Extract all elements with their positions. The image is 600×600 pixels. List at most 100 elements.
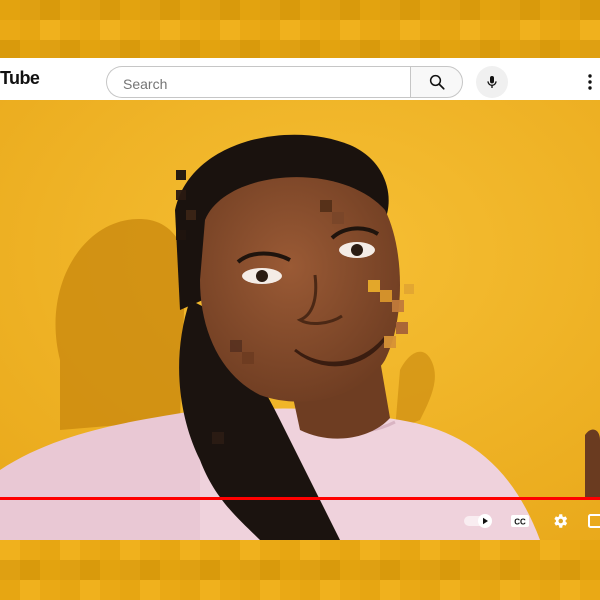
background-tile: [560, 20, 580, 40]
background-tile: [580, 20, 600, 40]
captions-button[interactable]: CC: [510, 510, 530, 532]
background-tile: [340, 560, 360, 580]
background-tile: [20, 580, 40, 600]
background-tile: [320, 580, 340, 600]
settings-button[interactable]: [550, 510, 570, 532]
logo[interactable]: Tube: [0, 68, 40, 89]
background-tile: [420, 20, 440, 40]
background-tile: [0, 540, 20, 560]
background-tile: [200, 580, 220, 600]
autoplay-toggle[interactable]: [462, 510, 494, 532]
background-tile: [580, 560, 600, 580]
search-box[interactable]: [106, 66, 410, 98]
background-tile: [160, 580, 180, 600]
background-tile: [560, 0, 580, 20]
background-tile: [140, 560, 160, 580]
background-tile: [300, 0, 320, 20]
background-tile: [20, 40, 40, 60]
background-tile: [420, 40, 440, 60]
background-tile: [160, 40, 180, 60]
background-tile: [200, 560, 220, 580]
background-tile: [200, 0, 220, 20]
background-tile: [20, 20, 40, 40]
background-tile: [320, 20, 340, 40]
background-tile: [480, 20, 500, 40]
background-tile: [520, 20, 540, 40]
background-tile: [180, 20, 200, 40]
background-tile: [520, 40, 540, 60]
background-tile: [380, 540, 400, 560]
background-tile: [60, 580, 80, 600]
background-tile: [120, 540, 140, 560]
background-tile: [260, 0, 280, 20]
background-tile: [460, 20, 480, 40]
more-options-button[interactable]: [580, 66, 600, 98]
background-tile: [480, 40, 500, 60]
background-tile: [200, 20, 220, 40]
background-tile: [120, 20, 140, 40]
background-tile: [100, 560, 120, 580]
voice-search-button[interactable]: [476, 66, 508, 98]
background-tile: [280, 40, 300, 60]
background-tile: [340, 580, 360, 600]
background-tile: [260, 580, 280, 600]
background-tile: [500, 540, 520, 560]
background-tile: [300, 40, 320, 60]
search-button[interactable]: [410, 66, 463, 98]
background-tile: [580, 540, 600, 560]
background-tile: [40, 560, 60, 580]
background-tile: [40, 540, 60, 560]
progress-bar[interactable]: [0, 497, 600, 500]
background-tile: [180, 0, 200, 20]
background-tile: [120, 40, 140, 60]
background-tile: [200, 40, 220, 60]
background-tile: [420, 580, 440, 600]
background-tile: [160, 0, 180, 20]
video-player[interactable]: CC: [0, 100, 600, 540]
background-tile: [480, 560, 500, 580]
miniplayer-button[interactable]: [588, 510, 600, 532]
background-tile: [0, 580, 20, 600]
progress-fill: [0, 497, 600, 500]
background-tile: [340, 40, 360, 60]
background-tile: [300, 20, 320, 40]
background-tile: [560, 540, 580, 560]
background-tile: [460, 560, 480, 580]
background-tile: [220, 40, 240, 60]
background-tile: [140, 540, 160, 560]
background-tile: [340, 540, 360, 560]
background-tile: [80, 20, 100, 40]
background-tile: [100, 540, 120, 560]
cc-icon: CC: [511, 515, 529, 527]
background-tile: [460, 40, 480, 60]
background-tile: [440, 580, 460, 600]
background-tile: [360, 560, 380, 580]
background-tile: [480, 540, 500, 560]
background-tile: [280, 560, 300, 580]
background-tile: [500, 560, 520, 580]
background-tile: [40, 580, 60, 600]
background-tile: [140, 40, 160, 60]
background-tile: [440, 540, 460, 560]
background-tile: [60, 540, 80, 560]
background-tile: [500, 40, 520, 60]
autoplay-toggle-icon: [464, 514, 492, 528]
background-tile: [340, 20, 360, 40]
search-input[interactable]: [121, 73, 395, 95]
background-tile: [300, 540, 320, 560]
background-tile: [200, 540, 220, 560]
background-tile: [460, 540, 480, 560]
background-tile: [60, 560, 80, 580]
background-tile: [400, 540, 420, 560]
background-tile: [260, 560, 280, 580]
background-tile: [240, 40, 260, 60]
background-tile: [20, 560, 40, 580]
background-tile: [540, 40, 560, 60]
background-tile: [460, 0, 480, 20]
background-tile: [240, 540, 260, 560]
background-tile: [120, 580, 140, 600]
background-tile: [20, 540, 40, 560]
background-tile: [80, 540, 100, 560]
background-tile: [80, 560, 100, 580]
miniplayer-icon: [588, 514, 600, 528]
